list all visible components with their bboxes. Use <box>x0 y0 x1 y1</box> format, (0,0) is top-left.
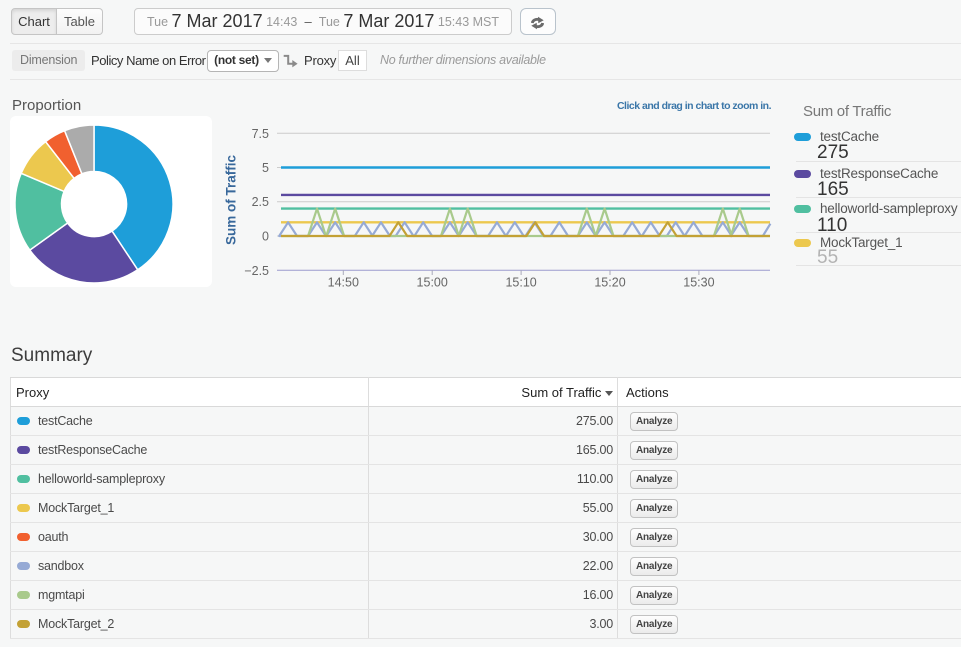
svg-text:Sum of Traffic: Sum of Traffic <box>224 155 239 246</box>
svg-text:−2.5: −2.5 <box>244 264 269 278</box>
svg-text:15:20: 15:20 <box>594 276 625 290</box>
svg-text:7.5: 7.5 <box>252 127 269 141</box>
svg-text:15:30: 15:30 <box>683 276 714 290</box>
svg-text:15:00: 15:00 <box>417 276 448 290</box>
svg-text:5: 5 <box>262 161 269 175</box>
svg-text:14:50: 14:50 <box>328 276 359 290</box>
svg-text:0: 0 <box>262 230 269 244</box>
svg-text:15:10: 15:10 <box>505 276 536 290</box>
svg-text:2.5: 2.5 <box>252 195 269 209</box>
